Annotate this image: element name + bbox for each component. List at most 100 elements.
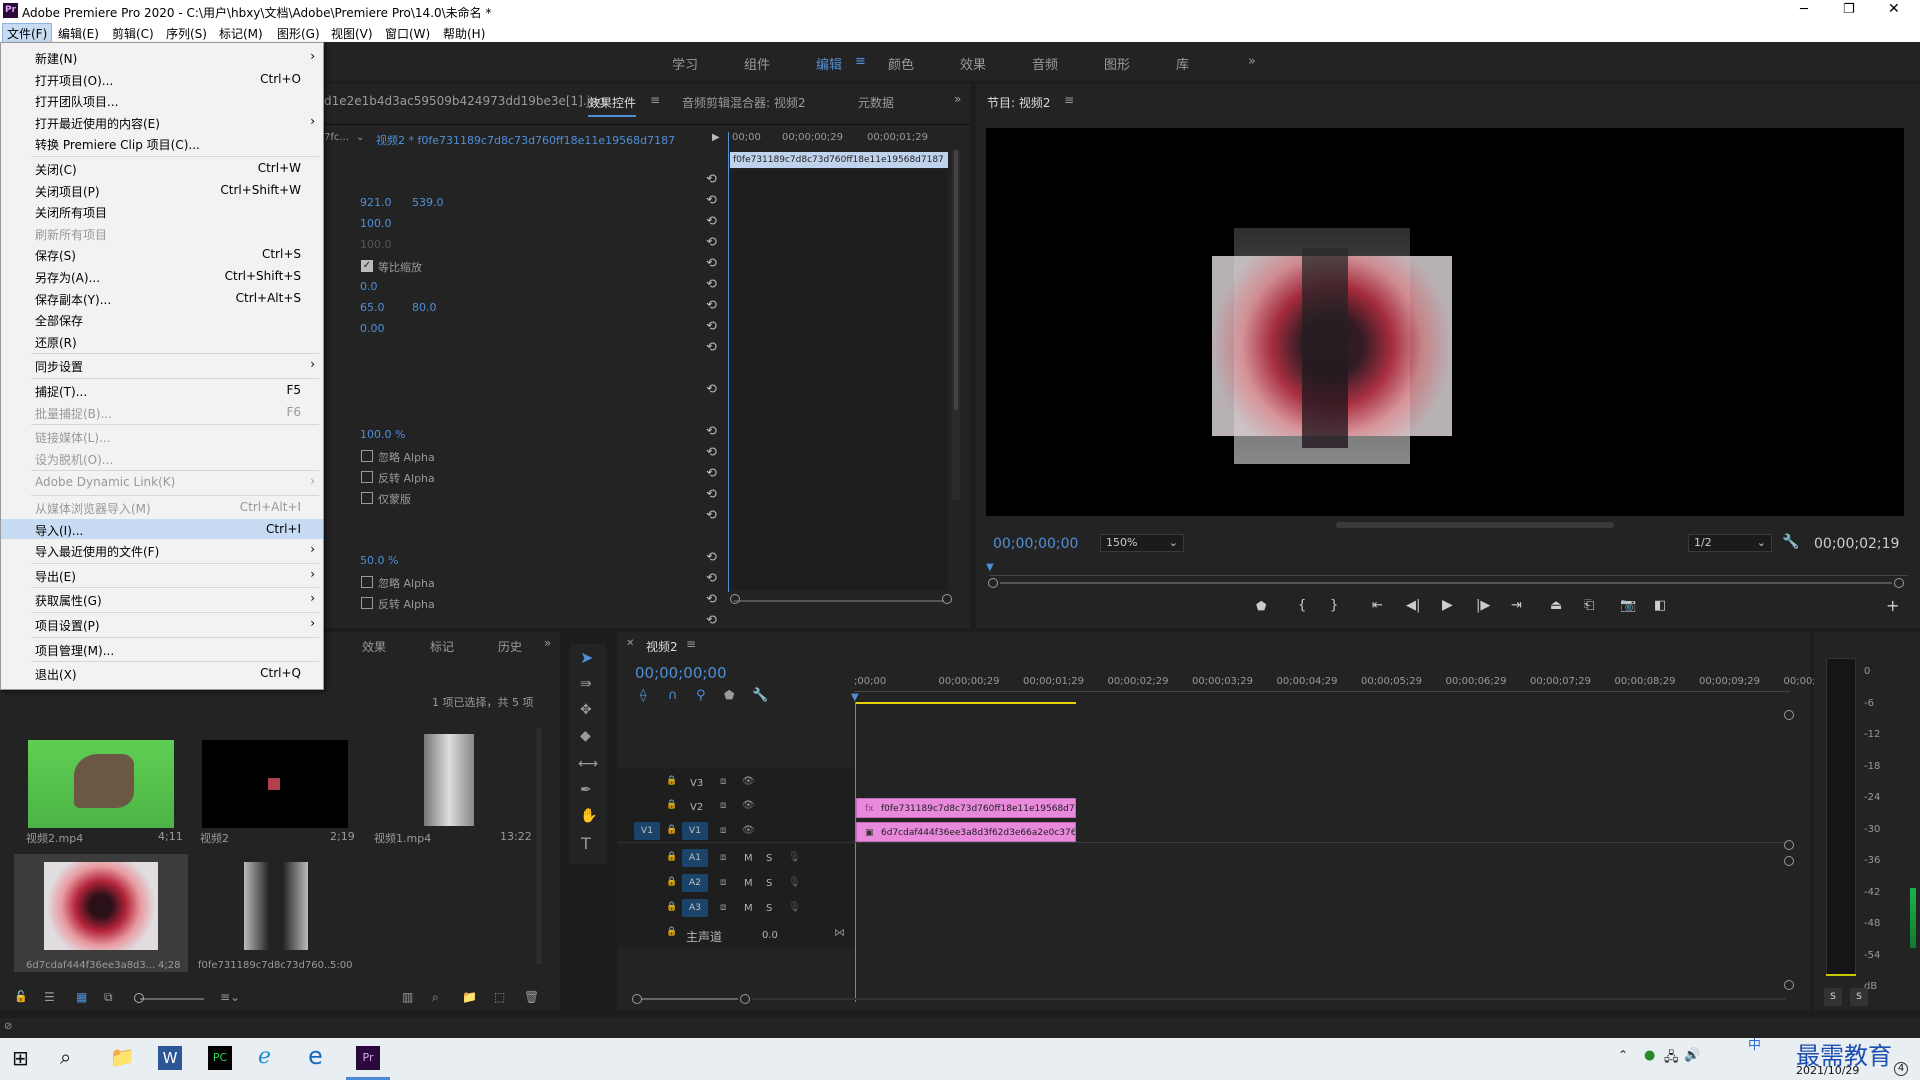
file-menu-item[interactable]: 项目管理(M)...: [1, 639, 323, 659]
mask-only-checkbox[interactable]: [361, 492, 373, 504]
program-monitor-title[interactable]: 节目: 视频2: [987, 94, 1051, 111]
chevron-down-icon[interactable]: ⌄: [356, 132, 364, 143]
scroll-handle-icon[interactable]: [1784, 710, 1794, 720]
minimize-button[interactable]: ─: [1800, 2, 1808, 17]
invert-alpha-checkbox[interactable]: [361, 471, 373, 483]
reset-icon[interactable]: ⟲: [706, 319, 717, 334]
file-menu-item[interactable]: 项目设置(P) ›: [1, 614, 323, 634]
type-tool-icon[interactable]: T: [581, 834, 591, 853]
lock-icon[interactable]: 🔓: [14, 990, 28, 1003]
workspace-color[interactable]: 颜色: [888, 54, 914, 73]
zoom-handle-right[interactable]: [942, 594, 952, 604]
snap-icon[interactable]: ∩: [668, 688, 678, 703]
file-menu-item[interactable]: 捕捉(T)... F5: [1, 380, 323, 400]
close-tab-icon[interactable]: ✕: [626, 638, 634, 649]
pycharm-icon[interactable]: PC: [208, 1046, 232, 1070]
workspace-audio[interactable]: 音频: [1032, 54, 1058, 73]
ripple-edit-tool-icon[interactable]: ✥: [580, 702, 592, 718]
nav-handle-left[interactable]: [988, 578, 998, 588]
thumbnail-video1[interactable]: [424, 734, 474, 826]
add-button-icon[interactable]: +: [1886, 596, 1899, 615]
reset-icon[interactable]: ⟲: [706, 193, 717, 208]
step-forward-icon[interactable]: |▶: [1476, 598, 1490, 613]
project-scrollbar[interactable]: [536, 728, 542, 964]
word-icon[interactable]: W: [158, 1046, 182, 1070]
opacity-value[interactable]: 100.0 %: [360, 428, 405, 441]
workspace-assembly[interactable]: 组件: [744, 54, 770, 73]
menu-window[interactable]: 窗口(W): [385, 25, 430, 42]
program-time-ruler[interactable]: [990, 562, 1908, 576]
zoom-select[interactable]: 150% ⌄: [1100, 534, 1184, 552]
workspace-learn[interactable]: 学习: [672, 54, 698, 73]
close-window-button[interactable]: ✕: [1888, 1, 1900, 17]
menu-marker[interactable]: 标记(M): [219, 25, 263, 42]
maximize-button[interactable]: ❐: [1843, 2, 1855, 17]
trash-icon[interactable]: 🗑: [524, 990, 539, 1004]
clip-v1[interactable]: ▣ 6d7cdaf444f36ee3a8d3f62d3e66a2e0c376c73…: [856, 822, 1076, 842]
scroll-handle-icon[interactable]: [1784, 856, 1794, 866]
tray-icon[interactable]: ●: [1644, 1048, 1655, 1063]
track-select-tool-icon[interactable]: ⇛: [580, 676, 592, 692]
mark-in-icon[interactable]: {: [1298, 598, 1306, 613]
file-menu-item[interactable]: 打开项目(O)... Ctrl+O: [1, 69, 323, 89]
menu-edit[interactable]: 编辑(E): [58, 25, 99, 42]
program-video-frame[interactable]: [986, 128, 1904, 516]
file-menu-item[interactable]: 同步设置 ›: [1, 355, 323, 375]
sort-icon[interactable]: ≡⌄: [220, 990, 240, 1004]
reset-icon[interactable]: ⟲: [706, 592, 717, 607]
panel-menu-icon[interactable]: ≡: [686, 637, 696, 651]
file-menu-item[interactable]: 还原(R): [1, 331, 323, 351]
master-dropdown[interactable]: 7fc...: [324, 132, 349, 143]
menu-graphics[interactable]: 图形(G): [277, 25, 320, 42]
menu-view[interactable]: 视图(V): [331, 25, 373, 42]
linked-selection-icon[interactable]: ⚲: [696, 688, 706, 703]
position-y-value[interactable]: 539.0: [412, 196, 444, 209]
file-menu-item[interactable]: 保存(S) Ctrl+S: [1, 244, 323, 264]
rotation-value[interactable]: 0.0: [360, 280, 378, 293]
menu-sequence[interactable]: 序列(S): [166, 25, 207, 42]
add-marker-icon[interactable]: ⬟: [1256, 599, 1266, 613]
panel-menu-icon[interactable]: ≡: [1064, 93, 1074, 107]
file-menu-item[interactable]: 导入(I)... Ctrl+I: [1, 518, 323, 539]
meter-solo-left[interactable]: S: [1824, 988, 1842, 1006]
wrench-icon[interactable]: 🔧: [1782, 534, 1799, 550]
invert-alpha-2-checkbox[interactable]: [361, 597, 373, 609]
scroll-handle-icon[interactable]: [1784, 980, 1794, 990]
volume-icon[interactable]: 🔊: [1684, 1048, 1700, 1063]
ime-indicator[interactable]: 中: [1748, 1034, 1761, 1053]
play-only-icon[interactable]: ▶: [712, 132, 720, 143]
reset-icon[interactable]: ⟲: [706, 487, 717, 502]
thumbnail-sequence[interactable]: [202, 740, 348, 828]
reset-icon[interactable]: ⟲: [706, 613, 717, 628]
scale-value[interactable]: 100.0: [360, 217, 392, 230]
add-marker-icon[interactable]: ⬟: [724, 688, 734, 702]
program-playhead-icon[interactable]: ▼: [986, 562, 994, 573]
file-menu-item[interactable]: 新建(N) ›: [1, 47, 323, 67]
go-to-in-icon[interactable]: ⇤: [1372, 598, 1383, 613]
menu-clip[interactable]: 剪辑(C): [112, 25, 154, 42]
tab-effects[interactable]: 效果: [362, 638, 386, 655]
nest-icon[interactable]: ⟠: [640, 688, 646, 703]
ec-scroll-thumb[interactable]: [954, 150, 958, 410]
tab-metadata[interactable]: 元数据: [858, 94, 894, 111]
program-scrollbar[interactable]: [1336, 522, 1614, 528]
zoom-handle-right[interactable]: [740, 994, 750, 1004]
notification-badge[interactable]: 4: [1894, 1062, 1908, 1076]
reset-icon[interactable]: ⟲: [706, 445, 717, 460]
zoom-slider-handle[interactable]: [134, 993, 144, 1003]
workspace-menu-icon[interactable]: ≡: [855, 54, 866, 69]
resolution-select[interactable]: 1/2 ⌄: [1688, 534, 1772, 552]
selection-tool-icon[interactable]: ➤: [580, 648, 593, 667]
file-menu-item[interactable]: 退出(X) Ctrl+Q: [1, 663, 323, 683]
mark-out-icon[interactable]: }: [1330, 598, 1338, 613]
tab-audio-clip-mixer[interactable]: 音频剪辑混合器: 视频2: [682, 94, 806, 111]
anchor-x-value[interactable]: 65.0: [360, 301, 385, 314]
reset-icon[interactable]: ⟲: [706, 235, 717, 250]
file-menu-item[interactable]: 导入最近使用的文件(F) ›: [1, 540, 323, 560]
workspace-libraries[interactable]: 库: [1176, 54, 1189, 73]
tab-effect-controls[interactable]: 效果控件: [588, 94, 637, 117]
slip-tool-icon[interactable]: ⟷: [578, 756, 598, 772]
thumbnail-person[interactable]: [244, 862, 308, 950]
timeline-playhead-line[interactable]: [855, 702, 856, 1002]
reset-icon[interactable]: ⟲: [706, 172, 717, 187]
